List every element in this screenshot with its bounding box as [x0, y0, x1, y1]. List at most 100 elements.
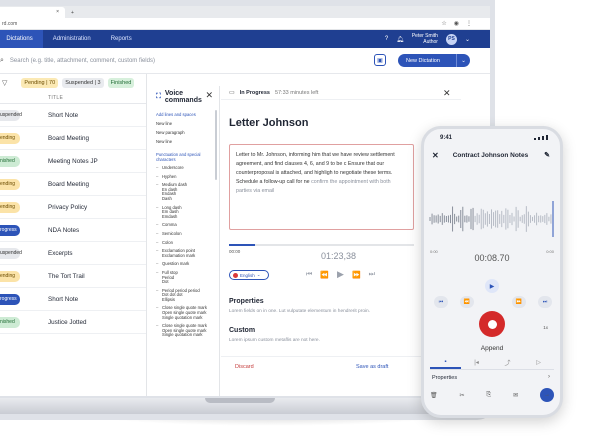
properties-link[interactable]: Properties: [432, 375, 457, 381]
skip-back-icon[interactable]: ⏮: [434, 296, 448, 308]
filter-suspended[interactable]: Suspended | 3: [62, 78, 104, 88]
attach-icon[interactable]: ⎘: [486, 392, 491, 399]
close-icon[interactable]: ✕: [205, 90, 213, 101]
playback-speed[interactable]: 1x: [543, 325, 548, 330]
table-row[interactable]: nished Justice Jotted: [0, 311, 146, 334]
table-row[interactable]: uspended Excerpts: [0, 242, 146, 265]
user-info[interactable]: Peter Smith Author: [412, 33, 438, 45]
phone-header: ✕ Contract Johnson Notes ✎: [424, 146, 560, 164]
table-row[interactable]: uspended Short Note: [0, 104, 146, 127]
table-row[interactable]: ending Board Meeting: [0, 127, 146, 150]
rewind-icon[interactable]: ⏪: [460, 296, 474, 308]
dictation-list: ▽ Pending | 70 Suspended | 3 Finished TI…: [0, 74, 147, 396]
star-icon[interactable]: ☆: [441, 20, 446, 27]
table-row[interactable]: rogress NDA Notes: [0, 219, 146, 242]
row-title: Meeting Notes JP: [48, 157, 98, 165]
delete-icon[interactable]: 🗑︎: [430, 392, 438, 399]
end-mode-icon[interactable]: ▷: [523, 356, 554, 369]
voice-command-item: Comma: [162, 222, 177, 228]
skip-forward-icon[interactable]: ⏭: [369, 271, 375, 279]
new-tab-icon[interactable]: +: [65, 10, 80, 18]
voice-command-group: Period period periodDot dot dotEllipsis: [156, 288, 219, 303]
column-header-title[interactable]: TITLE: [0, 92, 146, 104]
table-row[interactable]: ending Privacy Policy: [0, 196, 146, 219]
address-bar[interactable]: rd.com ☆ ◉ ⋮: [0, 18, 490, 30]
play-icon[interactable]: ▶: [337, 269, 344, 280]
browser-tab[interactable]: ×: [0, 7, 65, 18]
skip-back-icon[interactable]: ⏮: [306, 271, 312, 279]
mail-icon[interactable]: ✉: [513, 392, 518, 399]
device-settings-button[interactable]: ▣: [374, 54, 386, 66]
voice-command-item: Dash: [162, 195, 172, 201]
nav-item-reports[interactable]: Reports: [101, 30, 142, 48]
account-icon[interactable]: ◉: [454, 20, 459, 27]
close-icon[interactable]: ✕: [432, 151, 439, 160]
nav-item-dictations[interactable]: Dictations: [0, 30, 43, 48]
record-mode-tabs: ▪ |◂ ⤴ ▷: [430, 356, 554, 370]
phone-status-bar: 9:41: [424, 129, 560, 146]
overwrite-mode-icon[interactable]: ⤴: [492, 356, 523, 369]
row-title: Short Note: [48, 295, 79, 303]
play-icon: ▶: [489, 283, 495, 290]
menu-icon[interactable]: ⋮: [466, 20, 472, 27]
tab-close-icon[interactable]: ×: [56, 9, 59, 18]
filter-icon[interactable]: ▽: [2, 79, 7, 87]
voice-command-item: New line: [156, 121, 173, 126]
play-button[interactable]: ▶: [485, 279, 499, 293]
table-row[interactable]: ending Board Meeting: [0, 173, 146, 196]
insert-mode-icon[interactable]: |◂: [461, 356, 492, 369]
playback-progress[interactable]: [229, 244, 414, 246]
chevron-down-icon[interactable]: ⌄: [465, 36, 470, 43]
voice-command-group: Hyphen: [156, 174, 219, 180]
voice-section-title: Punctuation and special characters: [156, 152, 201, 162]
notifications-icon[interactable]: 🔔︎: [396, 36, 404, 43]
append-mode-icon[interactable]: ▪: [430, 356, 461, 369]
cut-icon[interactable]: ✂: [460, 392, 465, 399]
fast-forward-icon[interactable]: ⏩: [512, 296, 526, 308]
chevron-right-icon[interactable]: ›: [548, 374, 550, 380]
edit-icon[interactable]: ✎: [544, 151, 550, 159]
fast-forward-icon[interactable]: ⏩: [352, 271, 361, 279]
help-icon[interactable]: ?: [385, 36, 388, 42]
record-icon: [487, 319, 497, 329]
filter-finished[interactable]: Finished: [107, 78, 135, 88]
discard-button[interactable]: Discard: [235, 364, 254, 370]
row-title: The Tort Trail: [48, 272, 85, 280]
voice-commands-panel: ⛶ Voice commands ✕ Add lines and spaces N…: [148, 86, 220, 396]
user-role: Author: [423, 39, 438, 45]
voice-command-group: Close single quote markOpen single quote…: [156, 306, 219, 320]
table-row[interactable]: ending The Tort Trail: [0, 265, 146, 288]
skip-forward-icon[interactable]: ⏭: [538, 296, 552, 308]
phone-title: Contract Johnson Notes: [452, 151, 529, 159]
rewind-icon[interactable]: ⏪: [320, 271, 329, 279]
voice-command-item: Colon: [162, 239, 173, 245]
new-dictation-button[interactable]: New Dictation ⌄: [398, 54, 470, 67]
dictation-text-area[interactable]: Letter to Mr. Johnson, informing him tha…: [229, 144, 414, 230]
send-button[interactable]: →: [540, 388, 554, 402]
custom-title: Custom: [229, 327, 256, 334]
filter-pending[interactable]: Pending | 70: [21, 78, 59, 88]
table-row[interactable]: nished Meeting Notes JP: [0, 150, 146, 173]
voice-command-item: Exclamation mark: [162, 252, 196, 258]
row-title: NDA Notes: [48, 226, 80, 234]
status-filters: ▽ Pending | 70 Suspended | 3 Finished: [0, 74, 146, 92]
table-row[interactable]: rogress Short Note: [0, 288, 146, 311]
chevron-down-icon[interactable]: ⌄: [456, 54, 470, 67]
waveform[interactable]: [428, 199, 556, 239]
app-top-nav: ve Dictations Administration Reports ? 🔔…: [0, 30, 490, 48]
laptop-screen: × + rd.com ☆ ◉ ⋮ ve Dictations Administr…: [0, 6, 490, 396]
language-selector[interactable]: English ⌄: [229, 270, 269, 280]
avatar[interactable]: PS: [445, 33, 457, 45]
voice-command-group: Full stopPeriodDot: [156, 270, 219, 285]
recording-time: 00:08.70: [474, 253, 510, 263]
properties-title: Properties: [229, 298, 264, 305]
record-button[interactable]: [479, 311, 505, 337]
row-title: Board Meeting: [48, 180, 89, 188]
save-draft-button[interactable]: Save as draft: [356, 364, 388, 370]
language-label: English: [240, 272, 255, 278]
voice-command-item: Dot: [162, 279, 169, 285]
close-icon[interactable]: ✕: [443, 88, 451, 99]
nav-item-administration[interactable]: Administration: [43, 30, 101, 48]
search-input[interactable]: Search (e.g. title, attachment, comment,…: [10, 58, 155, 64]
row-title: Board Meeting: [48, 134, 89, 142]
